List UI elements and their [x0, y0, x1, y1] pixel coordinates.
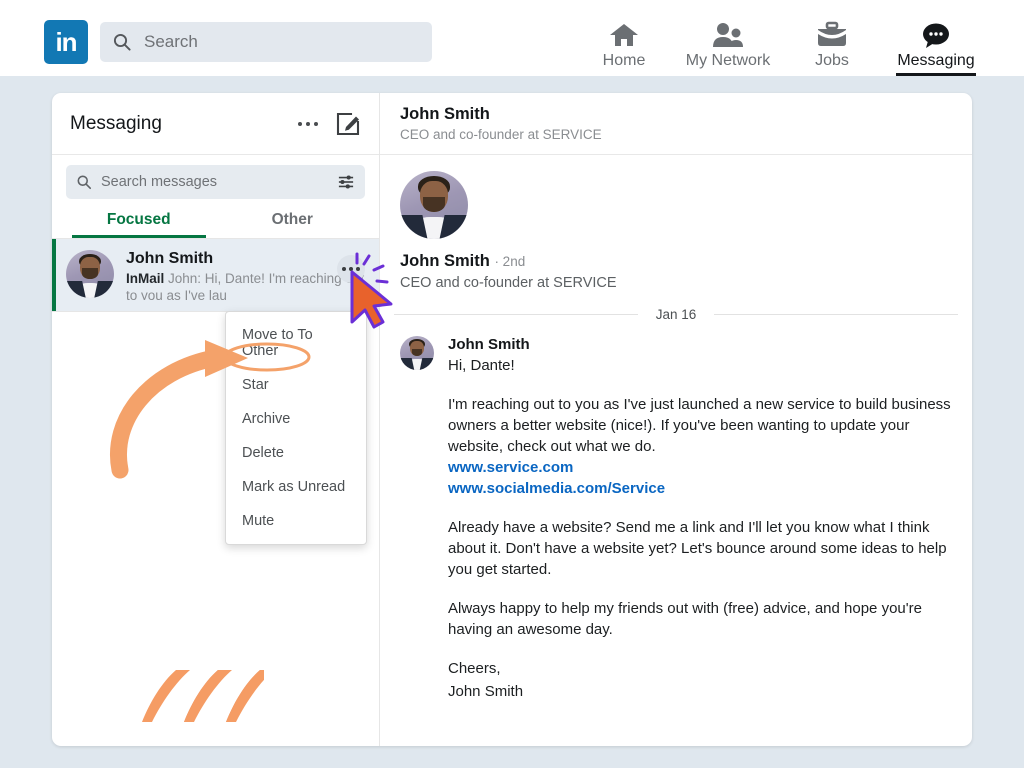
conversation-context-menu: Move to To Other Star Archive Delete Mar…: [225, 311, 367, 545]
top-navigation-bar: in Search Home My Network Jobs Messaging: [0, 0, 1024, 76]
message-search-wrapper: Search messages: [52, 155, 379, 199]
message-item: John Smith Hi, Dante! I'm reaching out t…: [380, 322, 972, 702]
nav-item-messaging[interactable]: Messaging: [884, 0, 988, 76]
message-search-placeholder: Search messages: [101, 174, 218, 190]
link-social-media[interactable]: www.socialmedia.com/Service: [448, 478, 952, 499]
menu-item-mark-as-unread[interactable]: Mark as Unread: [226, 470, 366, 504]
connection-degree-badge: · 2nd: [494, 254, 526, 269]
tab-other[interactable]: Other: [216, 211, 370, 238]
global-search-placeholder: Search: [144, 32, 198, 51]
avatar[interactable]: [400, 336, 434, 370]
conversation-list-overflow-button[interactable]: [291, 121, 325, 126]
brand-logo-mark: [142, 670, 264, 722]
profile-headline: CEO and co-founder at SERVICE: [400, 275, 617, 291]
menu-item-mute[interactable]: Mute: [226, 504, 366, 538]
message-links: www.service.com www.socialmedia.com/Serv…: [448, 457, 952, 499]
menu-item-delete[interactable]: Delete: [226, 436, 366, 470]
nav-items: Home My Network Jobs Messaging: [572, 0, 988, 76]
briefcase-icon: [816, 17, 848, 49]
avatar: [66, 250, 114, 298]
message-paragraph-2: Already have a website? Send me a link a…: [448, 519, 947, 578]
nav-item-jobs[interactable]: Jobs: [780, 0, 884, 76]
nav-item-my-network[interactable]: My Network: [676, 0, 780, 76]
menu-item-move-to-other[interactable]: Move to To Other: [226, 318, 366, 368]
divider-line-left: [394, 314, 638, 315]
home-icon: [609, 17, 639, 49]
sliders-filter-icon[interactable]: [337, 174, 355, 190]
nav-label-home: Home: [602, 52, 646, 69]
inmail-badge: InMail: [126, 271, 165, 286]
link-service-website[interactable]: www.service.com: [448, 457, 952, 478]
ellipsis-icon: [298, 121, 302, 126]
message-greeting: Hi, Dante!: [448, 357, 515, 374]
avatar[interactable]: [400, 171, 468, 239]
thread-header-name: John Smith: [400, 105, 490, 123]
conversation-list-pane: Messaging Search messages Focused Other …: [52, 93, 380, 746]
nav-label-jobs: Jobs: [815, 52, 849, 69]
people-icon: [711, 17, 745, 49]
ellipsis-icon: [306, 121, 310, 126]
compose-pencil-icon: [336, 112, 360, 135]
conversation-overflow-button[interactable]: [337, 255, 365, 283]
profile-name[interactable]: John Smith: [400, 252, 490, 270]
conversation-preview: InMail John: Hi, Dante! I'm reaching out…: [126, 270, 367, 300]
messaging-title: Messaging: [70, 112, 162, 134]
ellipsis-icon: [342, 267, 346, 271]
thread-profile-block: John Smith · 2nd CEO and co-founder at S…: [380, 155, 972, 291]
conversation-list-header: Messaging: [52, 93, 379, 155]
conversation-tabs: Focused Other: [52, 211, 379, 238]
message-body: John Smith Hi, Dante! I'm reaching out t…: [448, 336, 952, 702]
message-paragraph-3: Always happy to help my friends out with…: [448, 600, 922, 638]
nav-item-home[interactable]: Home: [572, 0, 676, 76]
message-thread-pane: John Smith CEO and co-founder at SERVICE…: [380, 93, 972, 746]
message-paragraph-1: I'm reaching out to you as I've just lau…: [448, 396, 951, 455]
search-icon: [77, 175, 92, 190]
conversation-name: John Smith: [126, 250, 214, 267]
message-search-input[interactable]: Search messages: [66, 165, 365, 199]
conversation-list-item[interactable]: John Smith InMail John: Hi, Dante! I'm r…: [52, 238, 379, 312]
tab-focused[interactable]: Focused: [62, 211, 216, 238]
search-icon: [113, 33, 131, 51]
divider-line-right: [714, 314, 959, 315]
menu-item-star[interactable]: Star: [226, 368, 366, 402]
global-search-input[interactable]: Search: [100, 22, 432, 62]
linkedin-logo[interactable]: in: [44, 20, 88, 64]
profile-name-row: John Smith · 2nd: [400, 252, 972, 271]
conversation-text: John Smith InMail John: Hi, Dante! I'm r…: [126, 250, 367, 300]
date-divider-label: Jan 16: [655, 307, 697, 322]
nav-label-my-network: My Network: [685, 52, 771, 69]
nav-label-messaging: Messaging: [897, 52, 975, 69]
message-signature: John Smith: [448, 683, 524, 700]
ellipsis-icon: [314, 121, 318, 126]
message-sender-name: John Smith: [448, 336, 530, 353]
ellipsis-icon: [349, 267, 353, 271]
messaging-card: Messaging Search messages Focused Other …: [52, 93, 972, 746]
date-divider: Jan 16: [394, 307, 959, 322]
menu-item-archive[interactable]: Archive: [226, 402, 366, 436]
compose-message-button[interactable]: [335, 111, 361, 137]
ellipsis-icon: [356, 267, 360, 271]
thread-header: John Smith CEO and co-founder at SERVICE: [380, 93, 972, 155]
message-bubble-icon: [920, 17, 952, 49]
message-signoff: Cheers,: [448, 660, 501, 677]
thread-header-headline: CEO and co-founder at SERVICE: [400, 127, 602, 142]
